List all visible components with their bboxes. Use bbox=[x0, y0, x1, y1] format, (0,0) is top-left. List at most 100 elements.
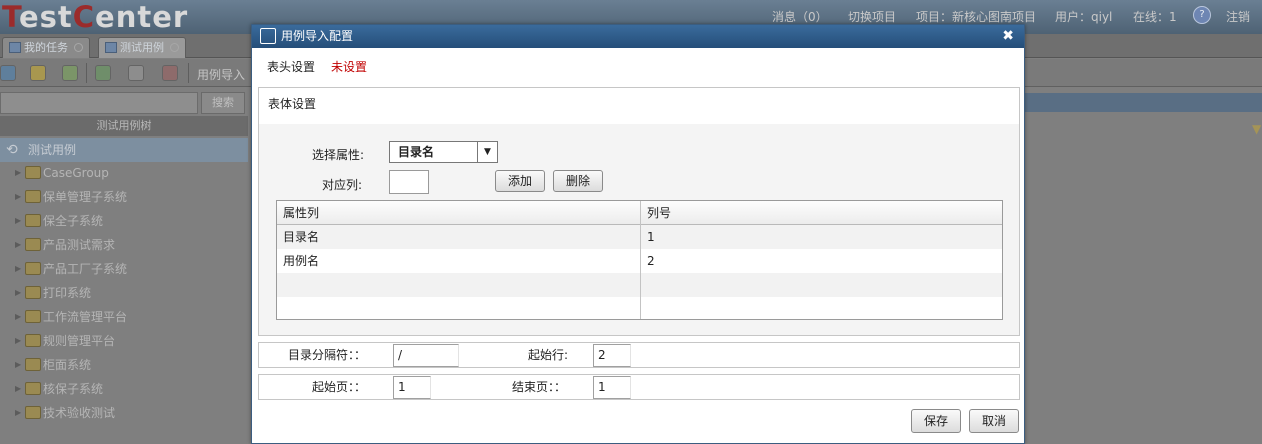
column-header-column-no[interactable]: 列号 bbox=[641, 201, 671, 225]
cancel-button[interactable]: 取消 bbox=[969, 409, 1019, 433]
tree-item[interactable]: ▶ 工作流管理平台 bbox=[0, 305, 248, 329]
directory-options-row: 目录分隔符：： / 起始行: 2 bbox=[258, 342, 1020, 368]
expand-arrow-icon[interactable]: ▶ bbox=[15, 329, 21, 353]
expand-arrow-icon[interactable]: ▶ bbox=[15, 185, 21, 209]
expand-arrow-icon[interactable]: ▶ bbox=[15, 209, 21, 233]
header-settings: 表头设置 未设置 bbox=[267, 58, 367, 75]
tree-item[interactable]: ▶ 保单管理子系统 bbox=[0, 185, 248, 209]
table-cell: 1 bbox=[647, 230, 655, 244]
expand-arrow-icon[interactable]: ▶ bbox=[15, 401, 21, 425]
favorite-icon[interactable] bbox=[62, 65, 78, 81]
dialog-app-icon bbox=[260, 28, 276, 44]
header-settings-status: 未设置 bbox=[331, 60, 368, 74]
expand-arrow-icon[interactable]: ▶ bbox=[15, 305, 21, 329]
tree-search-button[interactable]: 搜索 bbox=[201, 92, 245, 114]
tree-item[interactable]: ▶ 打印系统 bbox=[0, 281, 248, 305]
tree-search: 搜索 bbox=[0, 91, 248, 115]
header-settings-label: 表头设置 bbox=[267, 60, 316, 74]
delete-settings-icon[interactable] bbox=[162, 65, 178, 81]
expand-arrow-icon[interactable]: ▶ bbox=[15, 233, 21, 257]
dir-separator-input[interactable]: / bbox=[393, 344, 459, 367]
testcenter-logo: TestCenter bbox=[2, 0, 189, 34]
column-divider bbox=[640, 201, 641, 319]
chevron-down-icon[interactable]: ▼ bbox=[477, 142, 497, 162]
help-icon[interactable]: ? bbox=[1193, 6, 1211, 24]
tree-item[interactable]: ▶ 柜面系统 bbox=[0, 353, 248, 377]
tab-my-tasks[interactable]: 我的任务 bbox=[2, 37, 90, 58]
testcase-icon bbox=[105, 42, 117, 53]
close-icon[interactable]: ✖ bbox=[1002, 26, 1014, 46]
dialog-titlebar[interactable]: 用例导入配置 ✖ bbox=[252, 25, 1024, 48]
folder-icon bbox=[25, 406, 41, 419]
tab-close-icon[interactable] bbox=[74, 43, 83, 52]
folder-icon bbox=[25, 334, 41, 347]
tools-icon[interactable] bbox=[95, 65, 111, 81]
logout-link[interactable]: 注销 bbox=[1226, 8, 1250, 25]
tree-root-node[interactable]: ⟲ 测试用例 bbox=[0, 138, 248, 162]
mapping-table: 属性列 列号 目录名 1 用例名 2 bbox=[276, 200, 1003, 320]
tree-header: 测试用例树 bbox=[0, 116, 248, 136]
end-page-label: 结束页：： bbox=[512, 380, 567, 394]
attribute-label: 选择属性: bbox=[312, 148, 365, 162]
dir-separator-label: 目录分隔符：： bbox=[288, 348, 367, 362]
import-config-dialog: 用例导入配置 ✖ 表头设置 未设置 表体设置 选择属性: 目录名 ▼ 对应列: 添… bbox=[251, 24, 1025, 444]
expand-arrow-icon[interactable]: ▶ bbox=[15, 281, 21, 305]
tab-close-icon[interactable] bbox=[170, 43, 179, 52]
calculator-icon[interactable] bbox=[128, 65, 144, 81]
delete-button[interactable]: 删除 bbox=[553, 170, 603, 192]
expand-arrow-icon[interactable]: ▶ bbox=[15, 353, 21, 377]
expand-arrow-icon[interactable]: ▶ bbox=[15, 257, 21, 281]
current-project: 项目：新核心图南项目 bbox=[916, 10, 1037, 24]
start-page-label: 起始页：： bbox=[312, 380, 367, 394]
folder-icon bbox=[25, 238, 41, 251]
save-button[interactable]: 保存 bbox=[911, 409, 961, 433]
add-button[interactable]: 添加 bbox=[495, 170, 545, 192]
content-header-band bbox=[1025, 93, 1262, 112]
folder-icon bbox=[25, 286, 41, 299]
toolbar-divider bbox=[86, 63, 87, 83]
attribute-select[interactable]: 目录名 ▼ bbox=[389, 141, 498, 163]
switch-project-link[interactable]: 切换项目 bbox=[848, 8, 896, 25]
folder-icon bbox=[25, 262, 41, 275]
start-row-label: 起始行: bbox=[528, 348, 569, 362]
new-icon[interactable] bbox=[30, 65, 46, 81]
refresh-icon[interactable] bbox=[0, 65, 16, 81]
tasks-icon bbox=[9, 42, 21, 53]
tree-item[interactable]: ▶ CaseGroup bbox=[0, 161, 248, 185]
folder-icon bbox=[25, 310, 41, 323]
expand-arrow-icon[interactable]: ▶ bbox=[15, 377, 21, 401]
tree-item[interactable]: ▶ 规则管理平台 bbox=[0, 329, 248, 353]
table-cell: 用例名 bbox=[283, 254, 320, 268]
current-user: 用户：qiyl bbox=[1055, 10, 1113, 24]
toolbar-divider bbox=[188, 63, 189, 83]
folder-icon bbox=[25, 166, 41, 179]
folder-icon bbox=[25, 214, 41, 227]
tree-search-input[interactable] bbox=[0, 92, 198, 114]
folder-icon bbox=[25, 382, 41, 395]
body-settings-label: 表体设置 bbox=[259, 88, 1019, 124]
start-row-input[interactable]: 2 bbox=[593, 344, 631, 367]
tree-root-label: 测试用例 bbox=[28, 143, 77, 157]
tree-item[interactable]: ▶ 产品工厂子系统 bbox=[0, 257, 248, 281]
folder-icon bbox=[25, 358, 41, 371]
tab-test-cases[interactable]: 测试用例 bbox=[98, 37, 186, 58]
tree-item[interactable]: ▶ 核保子系统 bbox=[0, 377, 248, 401]
folder-icon bbox=[25, 190, 41, 203]
table-cell: 目录名 bbox=[283, 230, 320, 244]
online-count: 在线：1 bbox=[1133, 10, 1177, 24]
tree-item[interactable]: ▶ 保全子系统 bbox=[0, 209, 248, 233]
dialog-title: 用例导入配置 bbox=[281, 29, 354, 43]
testcase-root-icon: ⟲ bbox=[6, 142, 18, 158]
tree-item[interactable]: ▶ 产品测试需求 bbox=[0, 233, 248, 257]
start-page-input[interactable]: 1 bbox=[393, 376, 431, 399]
body-settings-content: 选择属性: 目录名 ▼ 对应列: 添加 删除 属性列 列号 目录名 1 用例名 bbox=[259, 124, 1019, 335]
expand-arrow-icon[interactable]: ▶ bbox=[15, 161, 21, 185]
messages-link[interactable]: 消息（0） bbox=[772, 8, 828, 25]
column-header-attribute[interactable]: 属性列 bbox=[277, 201, 319, 225]
import-cases-button[interactable]: 用例导入 bbox=[197, 66, 245, 83]
column-input[interactable] bbox=[389, 170, 429, 194]
page-options-row: 起始页：： 1 结束页：： 1 bbox=[258, 374, 1020, 400]
end-page-input[interactable]: 1 bbox=[593, 376, 631, 399]
filter-icon[interactable]: ▼ bbox=[1252, 122, 1262, 136]
tree-item[interactable]: ▶ 技术验收测试 bbox=[0, 401, 248, 425]
